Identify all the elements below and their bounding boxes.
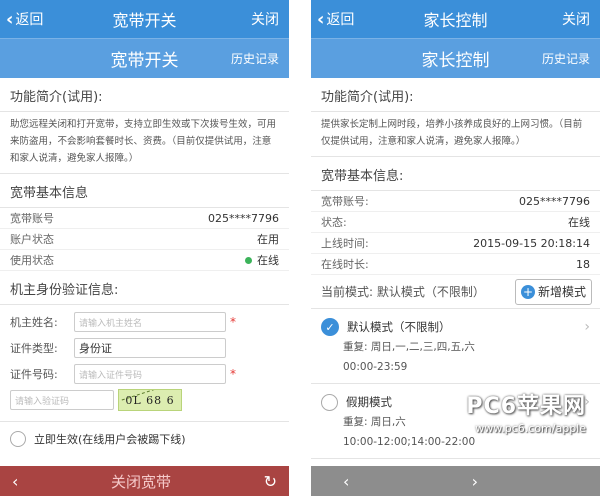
account-status-row: 账户状态 在用: [0, 229, 289, 250]
mode-name: 默认模式（不限制）: [347, 320, 451, 334]
mode-time: 00:00-23:59: [343, 361, 408, 373]
broadband-info-title: 宽带基本信息:: [311, 157, 600, 191]
mode-name: 假期模式: [346, 395, 392, 409]
nav-bar: ‹ 返回 宽带开关 关闭: [0, 0, 289, 38]
bottom-toolbar: ‹ ›: [311, 466, 600, 496]
row-value: 18: [576, 257, 590, 271]
id-number-input[interactable]: 请输入证件号码: [74, 364, 226, 384]
mode-time: 10:00-12:00;14:00-22:00: [343, 436, 476, 448]
usage-status-row: 使用状态 在线: [0, 250, 289, 271]
mode-repeat: 重复: 周日,一,二,三,四,五,六: [343, 341, 475, 353]
prev-button[interactable]: ‹: [343, 472, 349, 491]
parental-control-screen: ‹ 返回 家长控制 关闭 家长控制 历史记录 功能简介(试用): 提供家长定制上…: [311, 0, 600, 496]
verify-title: 机主身份验证信息:: [0, 271, 289, 305]
refresh-icon[interactable]: ↻: [264, 472, 277, 491]
check-icon[interactable]: ✓: [321, 318, 339, 336]
online-dot-icon: [245, 257, 252, 264]
bottom-toolbar: ‹ 关闭宽带 ↻: [0, 466, 289, 496]
id-type-row: 证件类型: 身份证: [0, 335, 289, 361]
sub-header: 宽带开关 历史记录: [0, 38, 289, 78]
id-type-label: 证件类型:: [10, 342, 58, 355]
chevron-left-icon: ‹: [6, 8, 14, 30]
captcha-image[interactable]: 0L 68 6: [118, 389, 182, 411]
owner-name-label: 机主姓名:: [10, 316, 58, 329]
row-value: 025****7796: [519, 194, 590, 208]
row-label: 使用状态: [10, 254, 54, 267]
nav-bar: ‹ 返回 家长控制 关闭: [311, 0, 600, 38]
id-type-select[interactable]: 身份证: [74, 338, 226, 358]
row-value: 在线: [257, 254, 279, 267]
close-button[interactable]: 关闭: [562, 9, 590, 29]
plus-icon: +: [520, 284, 535, 299]
back-button[interactable]: ‹ 返回: [6, 9, 43, 30]
radio-icon[interactable]: [10, 430, 26, 447]
intro-text: 提供家长定制上网时段，培养小孩养成良好的上网习惯。（目前仅提供试用，注意和家人说…: [311, 112, 600, 157]
prev-button[interactable]: ‹: [12, 472, 18, 491]
next-button[interactable]: ›: [472, 472, 478, 491]
id-number-label: 证件号码:: [10, 368, 58, 381]
add-mode-button[interactable]: + 新增模式: [514, 278, 592, 305]
back-label: 返回: [326, 12, 355, 28]
chevron-left-icon: ‹: [317, 8, 325, 30]
row-label: 在线时长:: [321, 258, 369, 271]
mode-item-default[interactable]: ✓ 默认模式（不限制） 重复: 周日,一,二,三,四,五,六 00:00-23:…: [311, 309, 600, 384]
history-link[interactable]: 历史记录: [542, 50, 590, 67]
row-value: 2015-09-15 20:18:14: [473, 236, 590, 250]
online-status: 在线: [245, 252, 279, 268]
immediate-option[interactable]: 立即生效(在线用户会被踢下线): [0, 421, 289, 455]
required-mark: *: [230, 367, 236, 381]
add-mode-label: 新增模式: [537, 285, 586, 299]
account-row: 宽带账号: 025****7796: [311, 191, 600, 212]
row-label: 宽带账号: [10, 212, 54, 225]
back-label: 返回: [15, 12, 44, 28]
required-mark: *: [230, 315, 236, 329]
captcha-input[interactable]: 请输入验证码: [10, 390, 114, 410]
page-title: 家长控制: [421, 51, 490, 71]
broadband-switch-screen: ‹ 返回 宽带开关 关闭 宽带开关 历史记录 功能简介(试用): 助您远程关闭和…: [0, 0, 289, 496]
intro-title: 功能简介(试用):: [0, 78, 289, 112]
id-number-row: 证件号码: 请输入证件号码 *: [0, 361, 289, 387]
row-value: 在用: [257, 233, 279, 246]
row-label: 上线时间:: [321, 237, 369, 250]
intro-text: 助您远程关闭和打开宽带，支持立即生效或下次拨号生效，可用来防盗用，不会影响套餐时…: [0, 112, 289, 174]
row-label: 状态:: [321, 216, 347, 229]
page-title: 宽带开关: [110, 51, 179, 71]
captcha-row: 请输入验证码 0L 68 6: [0, 387, 289, 413]
current-mode-row: 当前模式: 默认模式（不限制） + 新增模式: [311, 275, 600, 309]
close-button[interactable]: 关闭: [251, 9, 279, 29]
status-row: 状态: 在线: [311, 212, 600, 233]
divider: [289, 0, 311, 496]
row-label: 宽带账号:: [321, 195, 369, 208]
close-broadband-button[interactable]: 关闭宽带: [111, 471, 171, 492]
row-value: 在线: [568, 216, 590, 229]
online-time-row: 上线时间: 2015-09-15 20:18:14: [311, 233, 600, 254]
sub-header: 家长控制 历史记录: [311, 38, 600, 78]
mode-item-holiday[interactable]: 假期模式 重复: 周日,六 10:00-12:00;14:00-22:00 ›: [311, 384, 600, 459]
mode-repeat: 重复: 周日,六: [343, 416, 406, 428]
owner-name-input[interactable]: 请输入机主姓名: [74, 312, 226, 332]
radio-icon[interactable]: [321, 393, 338, 411]
current-mode-label: 当前模式: 默认模式（不限制）: [321, 285, 485, 299]
chevron-right-icon: ›: [584, 319, 590, 335]
account-row: 宽带账号 025****7796: [0, 208, 289, 229]
owner-name-row: 机主姓名: 请输入机主姓名 *: [0, 309, 289, 335]
intro-title: 功能简介(试用):: [311, 78, 600, 112]
row-value: 025****7796: [208, 211, 279, 225]
history-link[interactable]: 历史记录: [231, 50, 279, 67]
immediate-label: 立即生效(在线用户会被踢下线): [34, 432, 186, 446]
broadband-info-title: 宽带基本信息: [0, 174, 289, 208]
online-duration-row: 在线时长: 18: [311, 254, 600, 275]
back-button[interactable]: ‹ 返回: [317, 9, 354, 30]
chevron-right-icon: ›: [584, 394, 590, 410]
row-label: 账户状态: [10, 233, 54, 246]
